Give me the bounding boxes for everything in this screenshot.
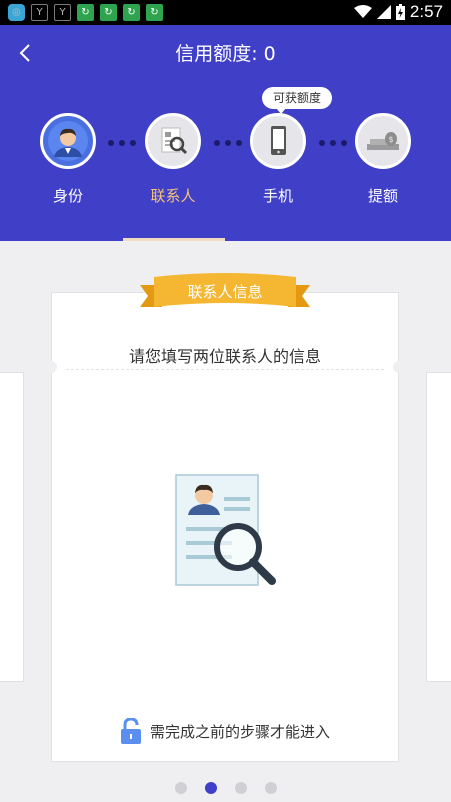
refresh-icon: ↻	[100, 4, 117, 21]
step-connector	[319, 140, 347, 146]
wifi-icon	[353, 5, 372, 18]
page-title: 信用额度: 0	[175, 43, 276, 65]
contact-document-search-icon	[175, 474, 276, 586]
card-pager	[0, 782, 451, 794]
step-label-identity: 身份	[52, 187, 83, 205]
refresh-icon: ↻	[123, 4, 140, 21]
available-amount-badge: 可获额度	[262, 87, 332, 114]
pager-dot[interactable]	[234, 782, 247, 794]
app-icon: ◎	[8, 4, 25, 21]
battery-icon	[395, 4, 405, 20]
card-divider	[66, 369, 384, 370]
phone-icon	[271, 126, 286, 155]
step-connector	[214, 140, 242, 146]
svg-text:$: $	[388, 135, 393, 144]
notification-icons: ◎ Y Y ↻ ↻ ↻ ↻	[8, 4, 163, 21]
step-connector	[108, 140, 136, 146]
refresh-icon: ↻	[146, 4, 163, 21]
contacts-info-card: 请您填写两位联系人的信息 需完成之前的步骤才能进入	[45, 292, 405, 762]
ribbon-title: 联系人信息	[187, 283, 263, 301]
status-bar: ◎ Y Y ↻ ↻ ↻ ↻ 2:57	[0, 0, 451, 25]
pager-dot[interactable]	[264, 782, 277, 794]
refresh-icon: ↻	[77, 4, 94, 21]
step-label-contacts: 联系人	[150, 187, 196, 205]
lock-icon	[120, 718, 141, 744]
clock: 2:57	[409, 2, 443, 21]
pager-dot[interactable]	[174, 782, 187, 794]
person-icon	[48, 121, 88, 161]
locked-message: 需完成之前的步骤才能进入	[52, 718, 398, 744]
step-identity[interactable]	[40, 113, 96, 169]
signal-icon	[376, 5, 391, 19]
step-label-raise-limit: 提额	[367, 187, 398, 205]
contact-search-icon	[161, 127, 188, 155]
active-step-indicator	[123, 238, 225, 241]
step-raise-limit[interactable]: $	[355, 113, 411, 169]
sim-icon: Y	[31, 4, 48, 21]
card-heading: 请您填写两位联系人的信息	[128, 347, 321, 366]
sim-icon: Y	[54, 4, 71, 21]
next-card-peek[interactable]	[426, 372, 451, 682]
previous-card-peek[interactable]	[0, 372, 24, 682]
step-label-phone: 手机	[262, 187, 293, 205]
step-phone[interactable]	[250, 113, 306, 169]
step-contacts[interactable]	[145, 113, 201, 169]
pager-dot-active[interactable]	[204, 782, 217, 794]
header: 信用额度: 0 可获额度 身份 联系人 手机 $ 提额	[0, 25, 451, 241]
card-ribbon: 联系人信息	[140, 273, 310, 319]
money-icon: $	[367, 132, 399, 150]
locked-message-text: 需完成之前的步骤才能进入	[149, 722, 330, 741]
